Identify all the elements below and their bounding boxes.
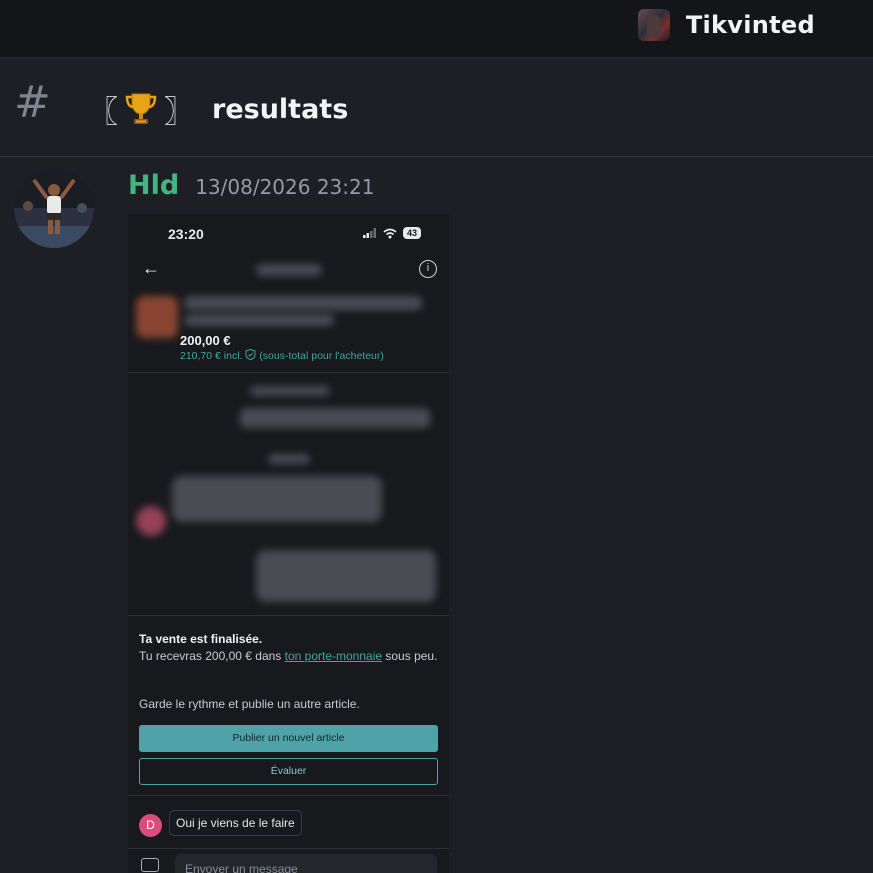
phone-status-bar: 23:20 43 (128, 214, 449, 254)
divider (128, 615, 449, 616)
sale-title: Ta vente est finalisée. (139, 632, 263, 646)
item-thumbnail (136, 296, 178, 338)
server-header[interactable]: Tikvinted (637, 9, 815, 41)
avatar-image (14, 168, 94, 248)
reply-bubble: Oui je viens de le faire (169, 810, 302, 836)
attachment-image[interactable]: 23:20 43 ← i 200,00 € 210,70 € incl. (so… (128, 214, 449, 873)
top-bar: Tikvinted (0, 0, 873, 58)
signal-icon (362, 228, 376, 238)
battery-level: 43 (402, 227, 421, 239)
back-arrow-icon: ← (142, 258, 160, 278)
keep-text: Garde le rythme et publie un autre artic… (139, 697, 360, 711)
bracket-left: 〖 (88, 95, 118, 130)
phone-status-icons: 43 (362, 227, 421, 239)
item-price: 200,00 € (180, 333, 231, 348)
message-header: Hld 13/08/2026 23:21 (128, 170, 374, 201)
phone-nav-bar: ← i (128, 254, 449, 290)
avatar[interactable] (14, 168, 94, 248)
server-icon[interactable] (637, 9, 670, 41)
item-price-incl: 210,70 € incl. (sous-total pour l'achete… (180, 348, 384, 362)
wifi-icon (383, 228, 397, 238)
server-name[interactable]: Tikvinted (686, 11, 815, 39)
channel-title: 〖 〗 resultats (88, 87, 348, 131)
reply-avatar: D (139, 814, 162, 837)
wallet-link[interactable]: ton porte-monnaie (285, 649, 382, 663)
message: Hld 13/08/2026 23:21 23:20 43 ← i 200,00… (0, 158, 873, 873)
channel-header: # 〖 〗 resultats (0, 59, 873, 157)
bracket-right: 〗 (164, 95, 194, 130)
shield-icon (245, 348, 256, 361)
sale-text: Tu recevras 200,00 € dans ton porte-monn… (139, 649, 438, 663)
divider (128, 795, 449, 796)
phone-time: 23:20 (168, 226, 204, 242)
channel-name: resultats (212, 93, 349, 125)
hash-icon: # (14, 77, 51, 128)
publish-button[interactable]: Publier un nouvel article (139, 725, 438, 752)
divider (128, 848, 449, 849)
trophy-icon (125, 93, 157, 124)
timestamp: 13/08/2026 23:21 (195, 175, 375, 199)
divider (128, 372, 449, 373)
camera-icon (141, 858, 159, 872)
evaluate-button[interactable]: Évaluer (139, 758, 438, 785)
composer-input: Envoyer un message (175, 854, 437, 873)
info-icon: i (419, 260, 437, 278)
author-name[interactable]: Hld (128, 170, 179, 201)
